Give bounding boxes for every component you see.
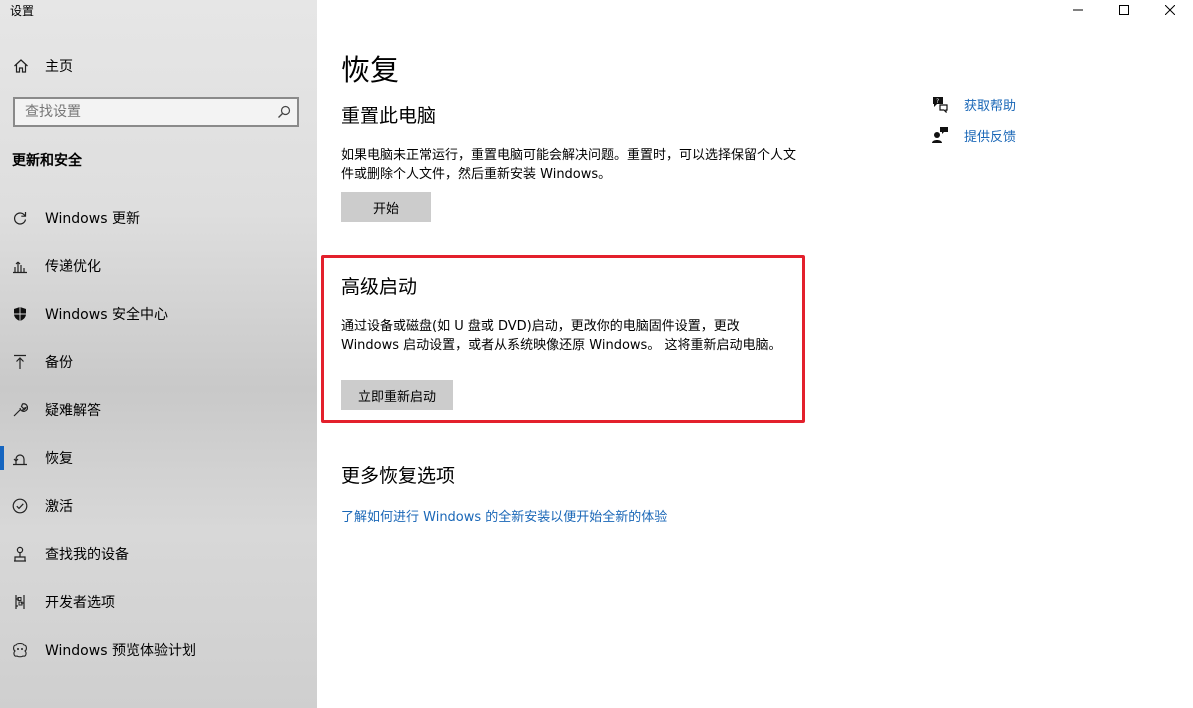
sidebar-item-label: 恢复 — [45, 451, 73, 467]
sidebar-item-find-my-device[interactable]: 查找我的设备 — [0, 530, 317, 578]
search-icon[interactable] — [271, 105, 297, 119]
maximize-icon — [1119, 5, 1129, 15]
sidebar-nav: Windows 更新 传递优化 Windows 安全中心 备份 疑难解答 恢复 … — [0, 194, 317, 674]
search-box[interactable] — [13, 97, 299, 127]
get-help-label: 获取帮助 — [964, 98, 1017, 114]
minimize-icon — [1073, 9, 1083, 11]
window-controls — [1055, 0, 1193, 20]
page-title: 恢复 — [341, 53, 400, 87]
reset-pc-heading: 重置此电脑 — [341, 105, 437, 127]
fresh-install-link[interactable]: 了解如何进行 Windows 的全新安装以便开始全新的体验 — [341, 506, 667, 525]
feedback-icon — [930, 125, 950, 145]
close-button[interactable] — [1147, 0, 1193, 20]
svg-text:?: ? — [936, 98, 939, 105]
delivery-optimization-icon — [10, 256, 30, 276]
sidebar: 设置 主页 更新和安全 Windows 更新 传递优化 — [0, 0, 317, 708]
sidebar-item-activation[interactable]: 激活 — [0, 482, 317, 530]
sidebar-item-recovery[interactable]: 恢复 — [0, 434, 317, 482]
refresh-icon — [10, 208, 30, 228]
recovery-icon — [10, 448, 30, 468]
restart-now-button[interactable]: 立即重新启动 — [341, 380, 453, 410]
more-recovery-heading: 更多恢复选项 — [341, 465, 456, 487]
feedback-label: 提供反馈 — [964, 129, 1017, 145]
sidebar-item-troubleshoot[interactable]: 疑难解答 — [0, 386, 317, 434]
sidebar-item-backup[interactable]: 备份 — [0, 338, 317, 386]
section-title: 更新和安全 — [12, 153, 82, 169]
reset-pc-description: 如果电脑未正常运行，重置电脑可能会解决问题。重置时，可以选择保留个人文件或删除个… — [341, 148, 797, 182]
developer-icon — [10, 592, 30, 612]
sidebar-item-windows-insider[interactable]: Windows 预览体验计划 — [0, 626, 317, 674]
sidebar-item-label: Windows 预览体验计划 — [45, 643, 196, 659]
sidebar-item-label: 备份 — [45, 355, 73, 371]
feedback-link[interactable]: 提供反馈 — [930, 125, 1016, 145]
close-icon — [1165, 5, 1175, 15]
backup-icon — [10, 352, 30, 372]
find-device-icon — [10, 544, 30, 564]
minimize-button[interactable] — [1055, 0, 1101, 20]
sidebar-item-home[interactable]: 主页 — [12, 55, 73, 77]
shield-icon — [10, 304, 30, 324]
search-input[interactable] — [15, 98, 271, 126]
reset-start-button[interactable]: 开始 — [341, 192, 431, 222]
insider-icon — [10, 640, 30, 660]
sidebar-item-label: Windows 安全中心 — [45, 307, 168, 323]
sidebar-item-label: Windows 更新 — [45, 211, 140, 227]
home-label: 主页 — [45, 59, 73, 75]
home-icon — [12, 57, 30, 75]
get-help-link[interactable]: ? 获取帮助 — [930, 94, 1016, 114]
sidebar-item-developer-options[interactable]: 开发者选项 — [0, 578, 317, 626]
sidebar-item-windows-update[interactable]: Windows 更新 — [0, 194, 317, 242]
chat-help-icon: ? — [930, 94, 950, 114]
wrench-icon — [10, 400, 30, 420]
advanced-startup-description: 通过设备或磁盘(如 U 盘或 DVD)启动，更改你的电脑固件设置，更改 Wind… — [341, 319, 782, 353]
sidebar-item-label: 激活 — [45, 499, 73, 515]
maximize-button[interactable] — [1101, 0, 1147, 20]
check-circle-icon — [10, 496, 30, 516]
sidebar-item-windows-security[interactable]: Windows 安全中心 — [0, 290, 317, 338]
sidebar-item-label: 开发者选项 — [45, 595, 115, 611]
sidebar-item-label: 疑难解答 — [45, 403, 101, 419]
sidebar-item-delivery-optimization[interactable]: 传递优化 — [0, 242, 317, 290]
sidebar-item-label: 传递优化 — [45, 259, 101, 275]
app-title: 设置 — [10, 4, 35, 18]
sidebar-item-label: 查找我的设备 — [45, 547, 129, 563]
advanced-startup-heading: 高级启动 — [341, 276, 418, 298]
